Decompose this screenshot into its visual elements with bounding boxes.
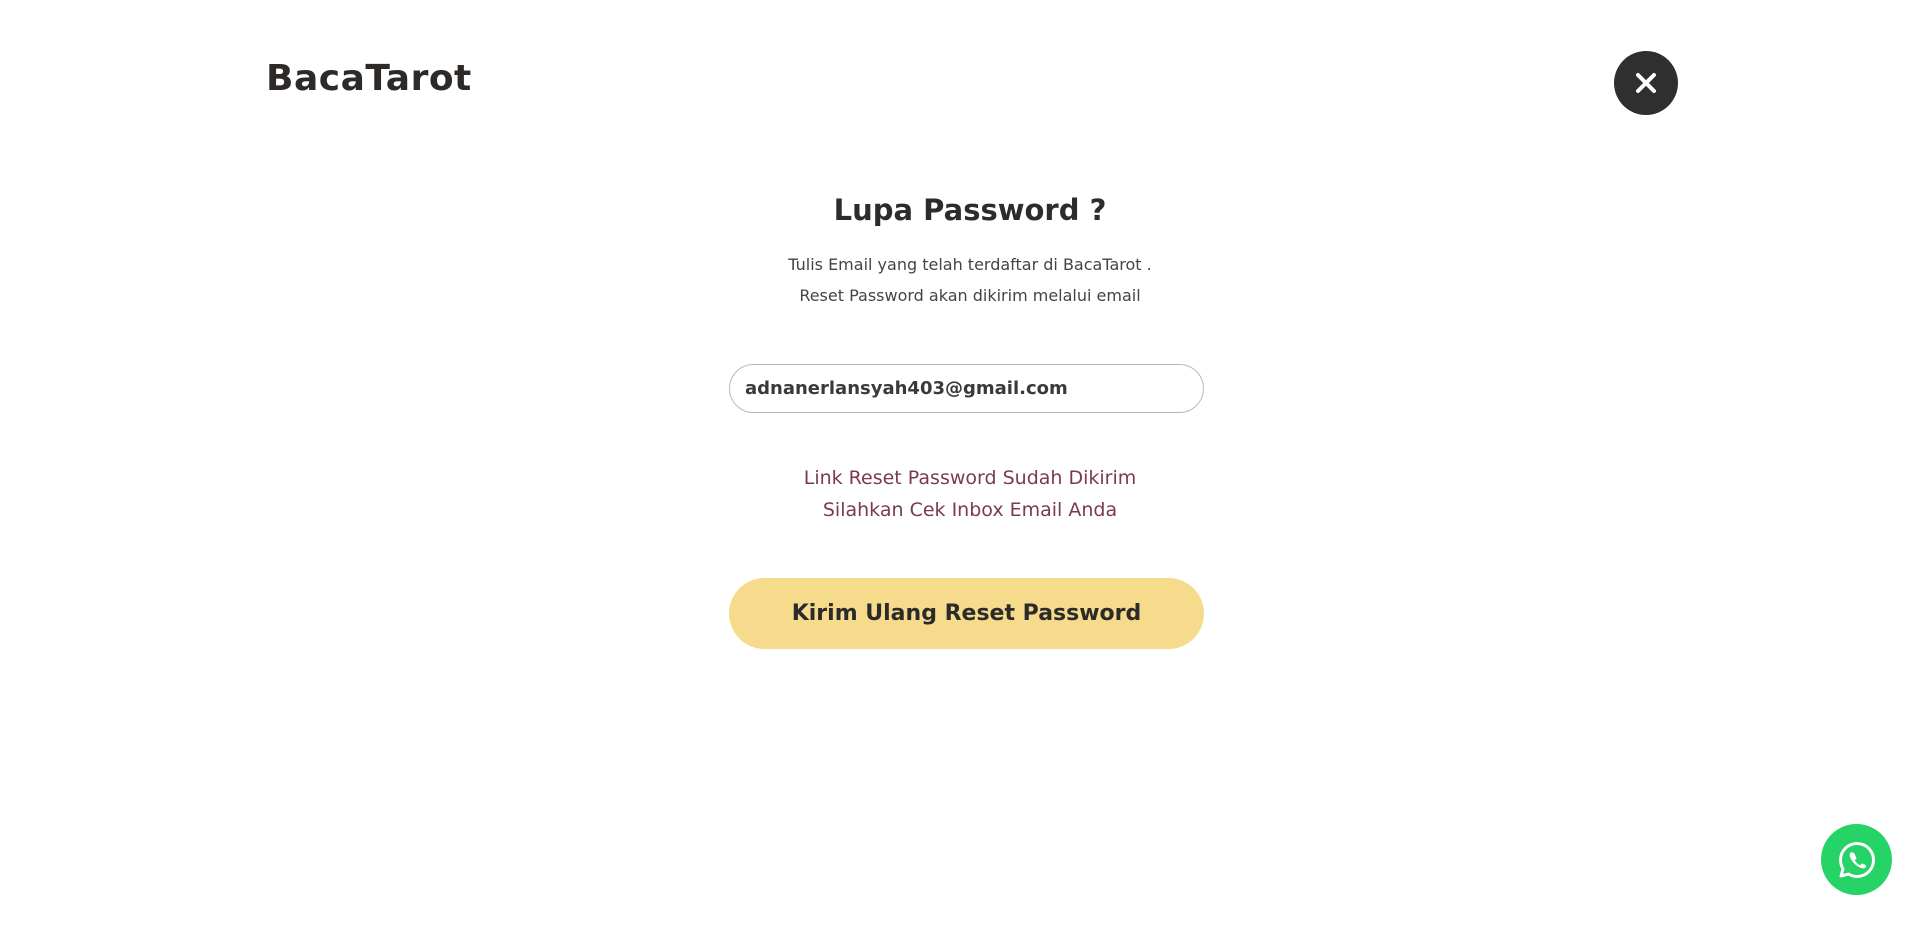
close-button[interactable] — [1614, 51, 1678, 115]
email-field[interactable] — [729, 364, 1204, 413]
resend-reset-button[interactable]: Kirim Ulang Reset Password — [729, 578, 1204, 649]
description-line-1: Tulis Email yang telah terdaftar di Baca… — [788, 255, 1152, 274]
brand-logo[interactable]: BacaTarot — [266, 58, 472, 99]
page-title: Lupa Password ? — [833, 193, 1107, 227]
close-icon — [1636, 73, 1656, 93]
whatsapp-button[interactable] — [1821, 824, 1892, 895]
status-message-line-2: Silahkan Cek Inbox Email Anda — [822, 499, 1118, 521]
whatsapp-icon — [1838, 841, 1875, 878]
description-line-2: Reset Password akan dikirim melalui emai… — [799, 286, 1141, 305]
status-message-line-1: Link Reset Password Sudah Dikirim — [803, 467, 1137, 489]
